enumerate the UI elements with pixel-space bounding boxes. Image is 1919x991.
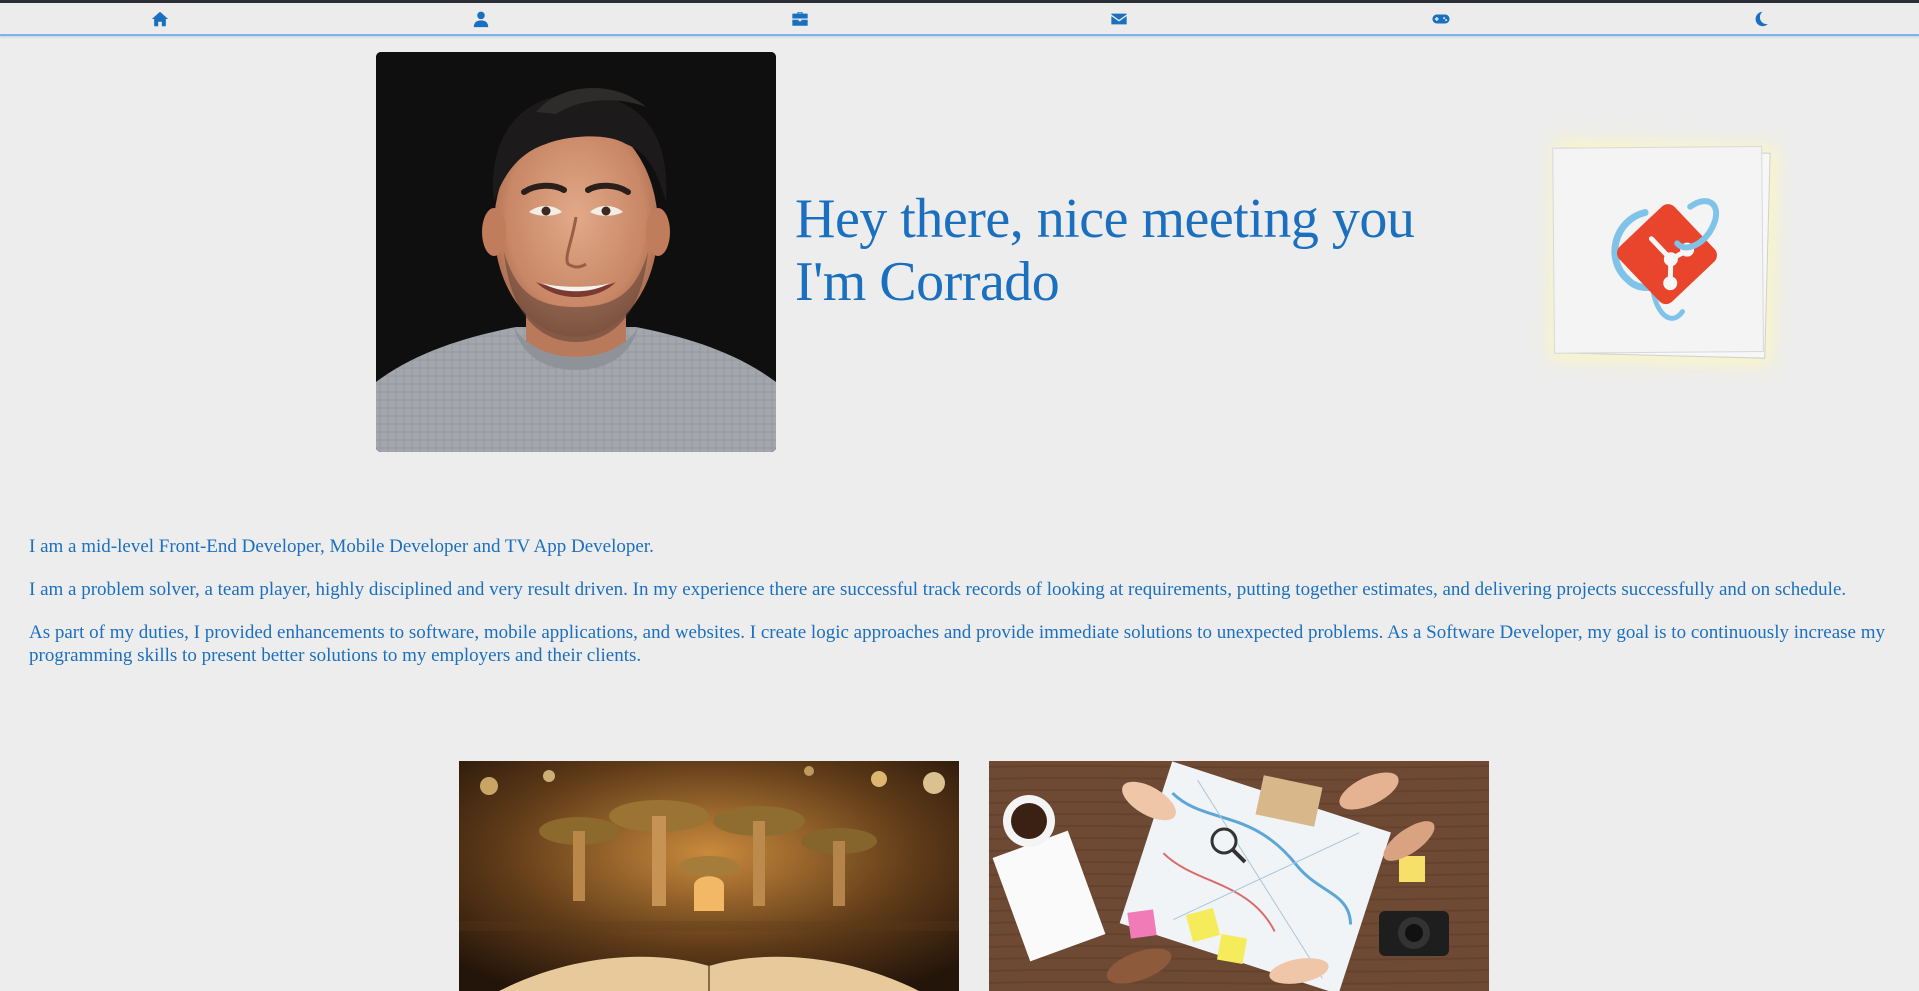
user-icon[interactable] bbox=[470, 8, 492, 30]
git-icon bbox=[1611, 198, 1720, 321]
briefcase-icon[interactable] bbox=[789, 8, 811, 30]
hero-title-line2: I'm Corrado bbox=[795, 251, 1060, 313]
git-logo-card bbox=[1552, 145, 1771, 359]
home-icon[interactable] bbox=[149, 8, 171, 30]
top-navbar bbox=[0, 0, 1919, 36]
gamepad-icon[interactable] bbox=[1430, 8, 1452, 30]
hero-title-line1: Hey there, nice meeting you bbox=[795, 188, 1415, 250]
profile-photo bbox=[376, 52, 776, 452]
envelope-icon[interactable] bbox=[1108, 8, 1130, 30]
about-paragraph-2: I am a problem solver, a team player, hi… bbox=[29, 579, 1847, 600]
moon-icon[interactable] bbox=[1750, 8, 1772, 30]
hero-title: Hey there, nice meeting you I'm Corrado bbox=[795, 188, 1415, 314]
team-planning-image[interactable] bbox=[989, 761, 1489, 991]
about-paragraph-1: I am a mid-level Front-End Developer, Mo… bbox=[29, 536, 654, 557]
about-paragraph-3: As part of my duties, I provided enhance… bbox=[29, 622, 1885, 666]
about-section: I am a mid-level Front-End Developer, Mo… bbox=[29, 535, 1889, 687]
fantasy-book-image[interactable] bbox=[459, 761, 959, 991]
